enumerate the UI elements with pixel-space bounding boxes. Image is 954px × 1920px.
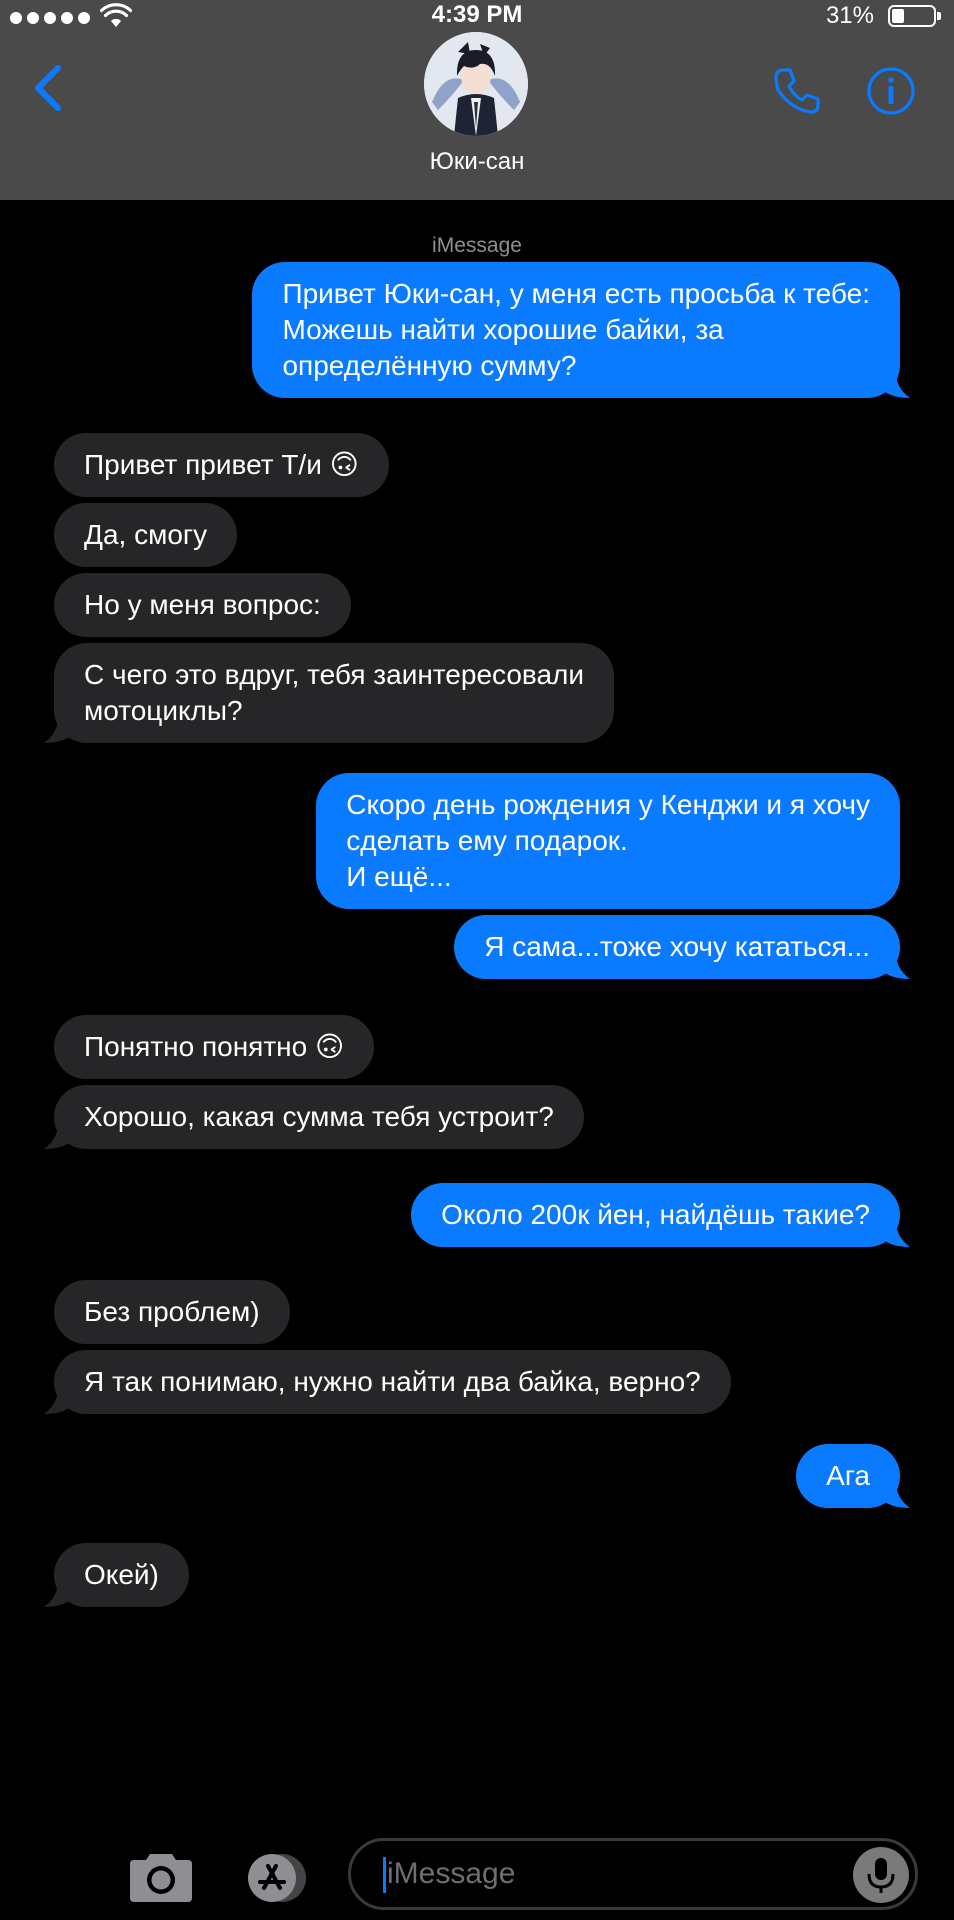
conversation-header: 4:39 PM 31% Юки-сан	[0, 0, 954, 200]
incoming-message[interactable]: Хорошо, какая сумма тебя устроит?	[54, 1085, 584, 1149]
phone-icon[interactable]	[770, 64, 824, 118]
incoming-message[interactable]: Я так понимаю, нужно найти два байка, ве…	[54, 1350, 731, 1414]
bubble-tail	[44, 1388, 72, 1414]
battery-percent: 31%	[825, 2, 874, 29]
outgoing-message[interactable]: Скоро день рождения у Кенджи и я хочу сд…	[316, 773, 900, 909]
message-input[interactable]	[387, 1849, 827, 1899]
outgoing-message[interactable]: Привет Юки-сан, у меня есть просьба к те…	[252, 262, 900, 398]
incoming-message[interactable]: Привет привет Т/и 🙃	[54, 433, 389, 497]
contact-name[interactable]: Юки-сан	[0, 148, 954, 176]
outgoing-message[interactable]: Я сама...тоже хочу кататься...	[454, 915, 900, 979]
incoming-message[interactable]: С чего это вдруг, тебя заинтересовали мо…	[54, 643, 615, 743]
message-input-container[interactable]	[348, 1838, 918, 1910]
incoming-message[interactable]: Да, смогу	[54, 503, 238, 567]
incoming-message[interactable]: Но у меня вопрос:	[54, 573, 351, 637]
bubble-tail	[882, 372, 910, 398]
info-icon[interactable]	[866, 66, 916, 116]
bubble-tail	[44, 1123, 72, 1149]
bubble-tail	[44, 1581, 72, 1607]
bubble-tail	[44, 717, 72, 743]
avatar-image	[424, 32, 528, 136]
bubble-tail	[882, 1221, 910, 1247]
incoming-message[interactable]: Понятно понятно 🙃	[54, 1015, 375, 1079]
text-cursor	[383, 1857, 386, 1893]
bubble-tail	[882, 1482, 910, 1508]
incoming-message[interactable]: Без проблем)	[54, 1280, 290, 1344]
app-store-icon[interactable]	[236, 1852, 314, 1904]
microphone-icon[interactable]	[853, 1847, 909, 1903]
service-label: iMessage	[432, 234, 522, 257]
bubble-tail	[882, 953, 910, 979]
status-bar: 4:39 PM 31%	[0, 0, 954, 32]
status-time: 4:39 PM	[431, 1, 523, 28]
camera-icon[interactable]	[128, 1848, 194, 1904]
outgoing-message[interactable]: Около 200к йен, найдёшь такие?	[411, 1183, 900, 1247]
avatar[interactable]	[424, 32, 528, 136]
chevron-left-icon[interactable]	[28, 62, 68, 114]
battery-icon	[888, 5, 941, 27]
incoming-message[interactable]: Окей)	[54, 1543, 189, 1607]
